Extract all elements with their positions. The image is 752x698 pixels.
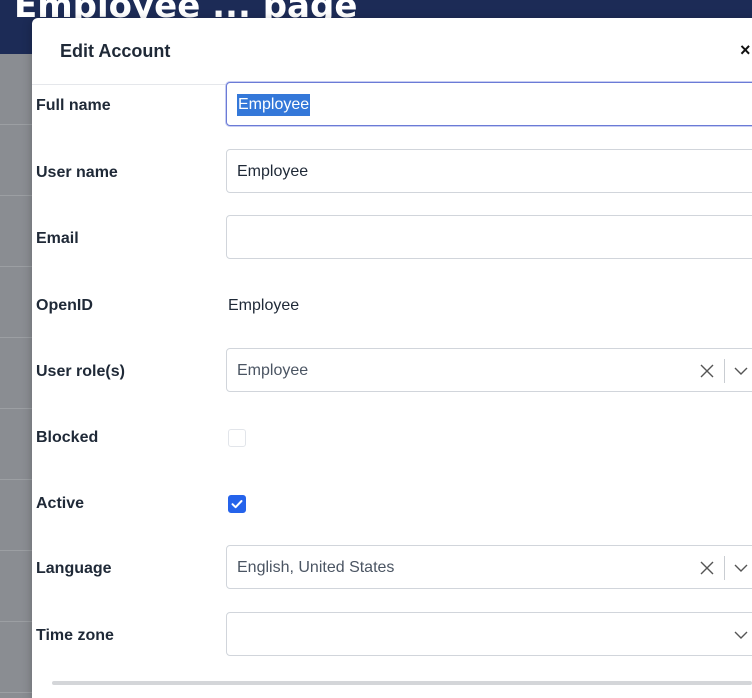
chevron-down-icon[interactable] — [733, 557, 749, 579]
row-openid: OpenID Employee — [32, 282, 752, 330]
user-roles-value: Employee — [237, 362, 309, 379]
user-name-value: Employee — [237, 163, 309, 180]
row-user-name: User name Employee — [32, 149, 752, 197]
active-label: Active — [36, 495, 85, 512]
active-checkbox[interactable] — [228, 495, 246, 513]
user-roles-select[interactable]: Employee — [226, 348, 752, 392]
select-separator — [724, 556, 725, 580]
close-icon[interactable]: × — [740, 40, 751, 61]
chevron-down-icon[interactable] — [733, 360, 749, 382]
modal-title: Edit Account — [60, 41, 171, 61]
row-blocked: Blocked — [32, 414, 752, 462]
edit-account-modal: Edit Account × Full name Employee User n… — [32, 18, 752, 698]
user-name-input[interactable]: Employee — [226, 149, 752, 193]
time-zone-label: Time zone — [36, 627, 114, 644]
modal-header: Edit Account × — [32, 18, 752, 85]
email-input[interactable] — [226, 215, 752, 259]
full-name-input[interactable]: Employee — [226, 82, 752, 126]
openid-value: Employee — [228, 297, 300, 314]
clear-icon[interactable] — [699, 360, 715, 382]
row-full-name: Full name Employee — [32, 82, 752, 130]
language-label: Language — [36, 560, 112, 577]
language-select[interactable]: English, United States — [226, 545, 752, 589]
language-value: English, United States — [237, 559, 395, 576]
blocked-label: Blocked — [36, 429, 99, 446]
row-email: Email — [32, 215, 752, 263]
row-user-roles: User role(s) Employee — [32, 348, 752, 396]
openid-label: OpenID — [36, 297, 93, 314]
user-roles-label: User role(s) — [36, 363, 125, 380]
row-language: Language English, United States — [32, 545, 752, 593]
user-name-label: User name — [36, 164, 118, 181]
full-name-label: Full name — [36, 97, 111, 114]
chevron-down-icon[interactable] — [733, 624, 749, 646]
horizontal-scrollbar[interactable] — [52, 681, 752, 685]
check-icon — [231, 500, 243, 509]
blocked-checkbox[interactable] — [228, 429, 246, 447]
row-active: Active — [32, 480, 752, 528]
row-time-zone: Time zone — [32, 612, 752, 660]
clear-icon[interactable] — [699, 557, 715, 579]
select-separator — [724, 359, 725, 383]
time-zone-select[interactable] — [226, 612, 752, 656]
email-label: Email — [36, 230, 79, 247]
full-name-value: Employee — [237, 94, 311, 116]
